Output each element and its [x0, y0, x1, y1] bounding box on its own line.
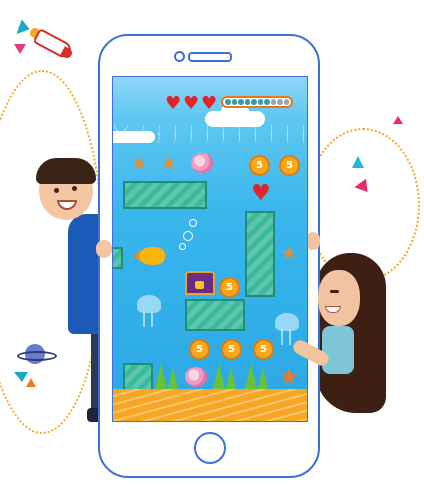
platform-block [245, 211, 275, 297]
life-heart-icon: ♥ [201, 93, 218, 114]
sand-floor [113, 389, 307, 421]
seashell-icon [191, 153, 213, 173]
progress-dot [277, 99, 283, 105]
heart-pickup-icon: ♥ [251, 181, 271, 206]
seaweed [155, 363, 167, 389]
fish-icon [139, 247, 165, 265]
planet-ring [17, 351, 57, 361]
platform-block [123, 363, 153, 391]
coin-icon: 5 [253, 339, 274, 360]
seaweed [245, 363, 257, 389]
boy-eye [54, 188, 59, 193]
page: { "hud": { "lives": 3, "heart_icon": "he… [0, 0, 424, 494]
progress-dot [283, 99, 289, 105]
boy-hand [96, 240, 112, 258]
coin-icon: 5 [189, 339, 210, 360]
jellyfish-tentacle [289, 329, 291, 345]
front-camera [174, 51, 185, 62]
boy-eye [72, 186, 77, 191]
water-wave [113, 133, 307, 143]
progress-dot [231, 99, 237, 105]
triangle-decoration [14, 44, 26, 54]
life-heart-icon: ♥ [165, 93, 182, 114]
girl-eye [330, 290, 339, 293]
progress-dot [225, 99, 231, 105]
coin-icon: 5 [279, 155, 300, 176]
progress-dot [270, 99, 276, 105]
jellyfish-tentacle [143, 311, 145, 327]
platform-block [113, 247, 123, 269]
earpiece-speaker [188, 52, 232, 62]
triangle-decoration [352, 156, 364, 168]
progress-dot [257, 99, 263, 105]
progress-dot [244, 99, 250, 105]
home-button-icon[interactable] [194, 432, 226, 464]
progress-bar [221, 96, 293, 108]
jellyfish-icon [137, 295, 161, 313]
platform-block [123, 181, 207, 209]
life-heart-icon: ♥ [183, 93, 200, 114]
bubble [183, 231, 193, 241]
star-icon: ★ [161, 153, 178, 174]
coin-icon: 5 [249, 155, 270, 176]
triangle-decoration [12, 17, 30, 35]
triangle-decoration [26, 378, 36, 387]
girl-shirt [322, 326, 354, 374]
coin-icon: 5 [221, 339, 242, 360]
coin-icon: 5 [219, 277, 240, 298]
girl-face [318, 270, 360, 326]
boy-hair [36, 158, 96, 184]
lock-icon [195, 281, 204, 289]
game-screen[interactable]: ♥ ♥ ♥ ★ ★ 5 5 ♥ ★ 5 5 5 5 ★ [112, 76, 308, 422]
jellyfish-tentacle [151, 311, 153, 327]
seaweed [213, 363, 225, 389]
star-icon: ★ [131, 153, 148, 174]
bubble [179, 243, 186, 250]
girl-hand [306, 232, 320, 250]
jellyfish-icon [275, 313, 299, 331]
bubble [189, 219, 197, 227]
progress-dot [264, 99, 270, 105]
progress-dot [251, 99, 257, 105]
jellyfish-tentacle [281, 329, 283, 345]
progress-dot [238, 99, 244, 105]
triangle-decoration [393, 116, 403, 124]
platform-block [185, 299, 245, 331]
seashell-icon [185, 367, 207, 387]
starfish-icon: ★ [279, 365, 299, 390]
star-icon: ★ [281, 243, 298, 264]
